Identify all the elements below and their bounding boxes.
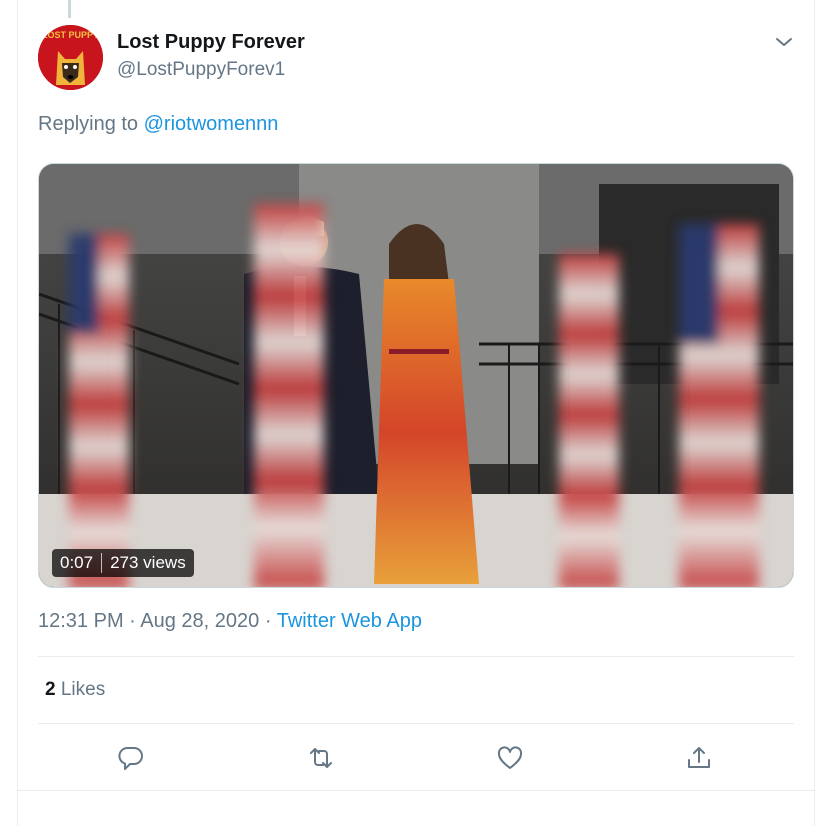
badge-divider (101, 553, 103, 573)
tweet-source-link[interactable]: Twitter Web App (277, 610, 422, 632)
author-handle[interactable]: @LostPuppyForev1 (117, 59, 285, 81)
likes-label: Likes (60, 679, 106, 700)
video-duration: 0:07 (60, 553, 94, 572)
author-display-name[interactable]: Lost Puppy Forever (117, 31, 305, 54)
video-info-badge: 0:07 273 views (52, 549, 194, 577)
replying-to: Replying to @riotwomennn (38, 113, 278, 136)
avatar-text: LOST PUPPY (42, 30, 99, 40)
video-thumbnail (39, 164, 793, 587)
likes-count-link[interactable]: 2 Likes (45, 679, 105, 701)
chevron-down-icon[interactable] (772, 30, 796, 54)
likes-count: 2 (45, 679, 56, 700)
video-player[interactable]: 0:07 273 views (38, 163, 794, 588)
like-icon[interactable] (496, 744, 524, 772)
divider (17, 790, 815, 791)
reply-icon[interactable] (117, 744, 145, 772)
replying-to-label: Replying to (38, 113, 144, 135)
reply-handle-link[interactable]: @riotwomennn (144, 113, 279, 135)
tweet-date[interactable]: Aug 28, 2020 (140, 610, 259, 632)
dog-logo-icon: LOST PUPPY (38, 25, 103, 90)
retweet-icon[interactable] (307, 744, 335, 772)
tweet-time[interactable]: 12:31 PM (38, 610, 124, 632)
meta-separator: · (259, 610, 277, 632)
divider (38, 656, 794, 657)
divider (38, 723, 794, 724)
avatar[interactable]: LOST PUPPY (38, 25, 103, 90)
tweet-meta: 12:31 PM · Aug 28, 2020 · Twitter Web Ap… (38, 610, 422, 633)
thread-connector-line (68, 0, 71, 18)
video-views: 273 views (110, 553, 186, 572)
share-icon[interactable] (685, 744, 713, 772)
meta-separator: · (123, 610, 141, 632)
